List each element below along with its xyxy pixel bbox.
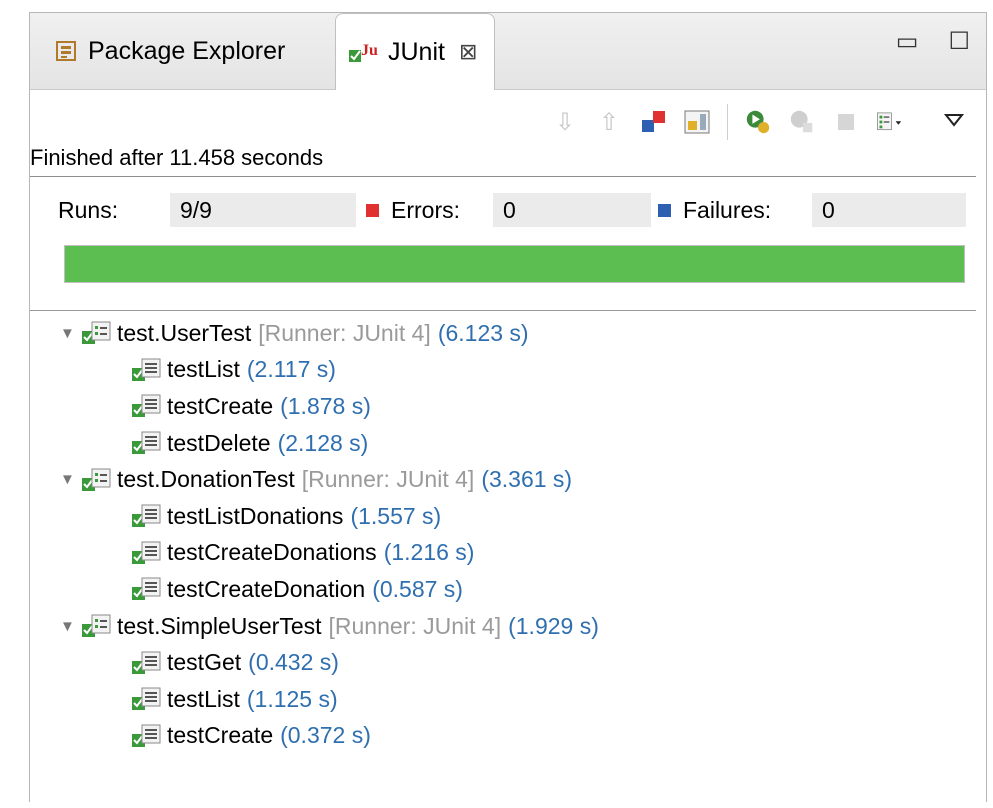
runs-counter: Runs: (58, 193, 118, 227)
maximize-icon[interactable]: ☐ (948, 27, 970, 56)
test-duration: (1.125 s) (246, 685, 338, 712)
tab-package-explorer[interactable]: Package Explorer (42, 13, 338, 89)
test-ok-icon (130, 649, 162, 677)
tab-bar: Package Explorer Ju JUnit ⊠ ▭ ☐ (30, 13, 986, 90)
svg-text:Ju: Ju (361, 42, 378, 59)
progress-bar (64, 245, 965, 283)
test-run-history-icon[interactable] (876, 107, 904, 137)
runs-label: Runs: (58, 196, 119, 223)
test-case-row[interactable]: testDelete (2.128 s) (30, 425, 976, 462)
test-suite-row[interactable]: ▼ test.SimpleUserTest [Runner: JUnit 4] (1.… (30, 608, 976, 645)
rerun-test-icon[interactable] (744, 107, 772, 137)
test-duration: (0.372 s) (280, 722, 371, 749)
test-name: testCreateDonations (167, 539, 377, 566)
test-name: testList (167, 356, 240, 383)
test-case-row[interactable]: testCreateDonation (0.587 s) (30, 571, 976, 608)
errors-counter: Errors: (366, 193, 460, 227)
errors-label: Errors: (391, 196, 460, 223)
test-duration: (2.117 s) (246, 356, 336, 383)
tab-label: JUnit (388, 37, 445, 66)
error-icon (366, 203, 379, 217)
test-case-row[interactable]: testCreateDonations (1.216 s) (30, 535, 976, 572)
test-case-row[interactable]: testCreate (1.878 s) (30, 388, 976, 425)
test-name: testDelete (167, 429, 271, 456)
failure-icon (658, 203, 671, 217)
failures-label: Failures: (683, 196, 772, 223)
junit-view: Package Explorer Ju JUnit ⊠ ▭ ☐ ⇩ ⇧ Fini… (29, 12, 987, 802)
test-case-row[interactable]: testListDonations (1.557 s) (30, 498, 976, 535)
test-ok-icon (130, 722, 162, 750)
test-name: testList (167, 685, 240, 712)
test-suite-row[interactable]: ▼ test.UserTest [Runner: JUnit 4] (6.123 s) (30, 315, 976, 352)
suite-duration: (6.123 s) (437, 319, 529, 346)
progress-fill (65, 246, 964, 282)
suite-name: test.DonationTest (117, 466, 295, 493)
suite-runner: [Runner: JUnit 4] (328, 612, 502, 639)
test-suite-ok-icon (80, 466, 112, 494)
test-ok-icon (130, 575, 162, 603)
next-failure-icon[interactable]: ⇩ (551, 107, 579, 137)
toolbar-separator (727, 104, 728, 140)
test-name: testCreate (167, 392, 274, 419)
failures-counter: Failures: (658, 193, 771, 227)
minimize-icon[interactable]: ▭ (896, 27, 919, 56)
test-case-row[interactable]: testCreate (0.372 s) (30, 718, 976, 755)
runs-value: 9/9 (170, 193, 356, 227)
test-ok-icon (130, 356, 162, 384)
test-duration: (2.128 s) (277, 429, 369, 456)
view-menu-triangle-icon[interactable] (940, 107, 968, 137)
test-name: testListDonations (167, 502, 344, 529)
test-duration: (1.216 s) (383, 539, 475, 566)
show-failures-only-icon[interactable] (639, 107, 667, 137)
test-ok-icon (130, 685, 162, 713)
test-tree: ▼ test.UserTest [Runner: JUnit 4] (6.123 s)… (30, 315, 976, 754)
test-ok-icon (130, 539, 162, 567)
expand-triangle-icon[interactable]: ▼ (60, 325, 76, 342)
test-ok-icon (130, 429, 162, 457)
close-icon[interactable]: ⊠ (459, 39, 477, 65)
tab-label: Package Explorer (88, 36, 286, 65)
test-duration: (0.587 s) (372, 575, 463, 602)
test-suite-ok-icon (80, 612, 112, 640)
status-message: Finished after 11.458 seconds (30, 139, 976, 177)
test-name: testGet (167, 649, 242, 676)
junit-icon: Ju (348, 39, 378, 65)
errors-value: 0 (493, 193, 651, 227)
tab-junit[interactable]: Ju JUnit ⊠ (335, 13, 495, 90)
package-explorer-icon (54, 39, 78, 63)
test-suite-ok-icon (80, 319, 112, 347)
stop-icon[interactable] (832, 107, 860, 137)
counters-panel: Runs: 9/9 Errors: 0 Failures: 0 (30, 193, 976, 227)
expand-triangle-icon[interactable]: ▼ (60, 618, 76, 635)
test-duration: (0.432 s) (248, 649, 339, 676)
suite-runner: [Runner: JUnit 4] (258, 319, 431, 346)
tree-divider (30, 310, 976, 311)
test-duration: (1.557 s) (350, 502, 442, 529)
window-controls: ▭ ☐ (896, 27, 970, 56)
scroll-lock-icon[interactable] (683, 107, 711, 137)
suite-name: test.SimpleUserTest (117, 612, 322, 639)
test-ok-icon (130, 392, 162, 420)
test-case-row[interactable]: testGet (0.432 s) (30, 644, 976, 681)
suite-duration: (3.361 s) (481, 466, 573, 493)
suite-runner: [Runner: JUnit 4] (301, 466, 475, 493)
test-case-row[interactable]: testList (1.125 s) (30, 681, 976, 718)
test-name: testCreateDonation (167, 575, 366, 602)
previous-failure-icon[interactable]: ⇧ (595, 107, 623, 137)
expand-triangle-icon[interactable]: ▼ (60, 471, 76, 488)
test-duration: (1.878 s) (280, 392, 371, 419)
test-ok-icon (130, 502, 162, 530)
failures-value: 0 (812, 193, 966, 227)
test-case-row[interactable]: testList (2.117 s) (30, 352, 976, 389)
rerun-failed-first-icon[interactable] (788, 107, 816, 137)
suite-duration: (1.929 s) (508, 612, 599, 639)
test-suite-row[interactable]: ▼ test.DonationTest [Runner: JUnit 4] (3.36… (30, 461, 976, 498)
test-name: testCreate (167, 722, 274, 749)
suite-name: test.UserTest (117, 319, 252, 346)
